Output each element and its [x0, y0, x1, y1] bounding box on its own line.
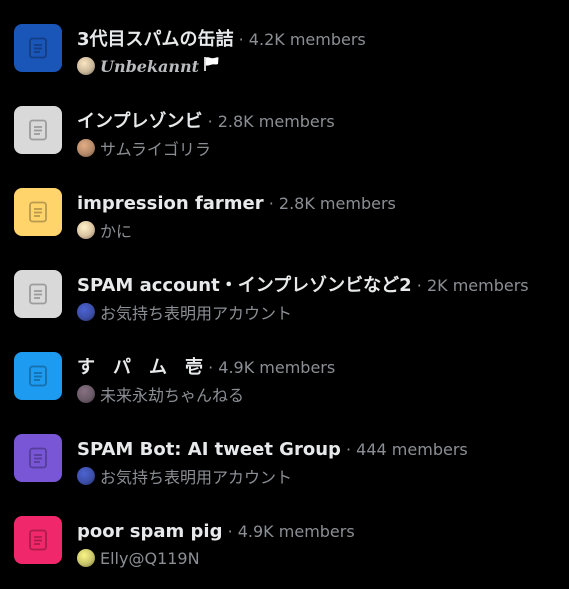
owner-name: お気持ち表明用アカウント — [100, 304, 293, 323]
owner-name: お気持ち表明用アカウント — [100, 468, 293, 487]
document-icon — [26, 200, 50, 224]
community-info: SPAM Bot: AI tweet Group · 444 members お… — [77, 438, 561, 487]
community-info: インプレゾンビ · 2.8K members サムライゴリラ — [77, 110, 561, 159]
community-row[interactable]: インプレゾンビ · 2.8K members サムライゴリラ — [0, 82, 569, 164]
owner-name: Unbekannt — [100, 56, 200, 76]
community-name[interactable]: SPAM Bot: AI tweet Group — [77, 439, 341, 460]
member-count: · 2.8K members — [268, 194, 396, 213]
member-count: · 2K members — [416, 276, 529, 295]
avatar — [77, 303, 95, 321]
avatar — [77, 139, 95, 157]
member-count: · 4.2K members — [238, 30, 366, 49]
community-info: poor spam pig · 4.9K members Elly@Q119N — [77, 520, 561, 569]
community-name[interactable]: す パ ム 壱 — [77, 357, 203, 378]
document-icon — [26, 446, 50, 470]
community-tile[interactable] — [14, 352, 62, 400]
community-row[interactable]: SPAM account・インプレゾンビなど2 · 2K members お気持… — [0, 246, 569, 328]
member-count: · 4.9K members — [208, 358, 336, 377]
community-tile[interactable] — [14, 188, 62, 236]
owner-name: かに — [100, 222, 133, 241]
community-name[interactable]: インプレゾンビ — [77, 111, 202, 132]
community-tile[interactable] — [14, 434, 62, 482]
community-name[interactable]: impression farmer — [77, 193, 264, 214]
document-icon — [26, 282, 50, 306]
member-count: · 444 members — [346, 440, 468, 459]
member-count: · 4.9K members — [227, 522, 355, 541]
member-count: · 2.8K members — [207, 112, 335, 131]
community-tile[interactable] — [14, 106, 62, 154]
community-row[interactable]: 3代目スパムの缶詰 · 4.2K members Unbekannt — [0, 0, 569, 82]
document-icon — [26, 36, 50, 60]
community-row[interactable]: poor spam pig · 4.9K members Elly@Q119N — [0, 492, 569, 574]
community-info: す パ ム 壱 · 4.9K members 未来永劫ちゃんねる — [77, 356, 561, 405]
avatar — [77, 221, 95, 239]
community-tile[interactable] — [14, 24, 62, 72]
community-info: impression farmer · 2.8K members かに — [77, 192, 561, 241]
avatar — [77, 57, 95, 75]
avatar — [77, 467, 95, 485]
owner-name: 未来永劫ちゃんねる — [100, 386, 245, 405]
community-name[interactable]: poor spam pig — [77, 521, 222, 542]
community-tile[interactable] — [14, 516, 62, 564]
community-info: SPAM account・インプレゾンビなど2 · 2K members お気持… — [77, 274, 561, 323]
community-info: 3代目スパムの缶詰 · 4.2K members Unbekannt — [77, 28, 561, 77]
community-row[interactable]: SPAM Bot: AI tweet Group · 444 members お… — [0, 410, 569, 492]
community-tile[interactable] — [14, 270, 62, 318]
document-icon — [26, 528, 50, 552]
owner-name: Elly@Q119N — [100, 548, 200, 568]
document-icon — [26, 118, 50, 142]
community-name[interactable]: SPAM account・インプレゾンビなど2 — [77, 275, 412, 296]
community-row[interactable]: impression farmer · 2.8K members かに — [0, 164, 569, 246]
community-row[interactable]: す パ ム 壱 · 4.9K members 未来永劫ちゃんねる — [0, 328, 569, 410]
avatar — [77, 549, 95, 567]
avatar — [77, 385, 95, 403]
community-list: 3代目スパムの缶詰 · 4.2K members Unbekannt インプレゾ… — [0, 0, 569, 589]
white-flag-icon — [202, 56, 220, 76]
document-icon — [26, 364, 50, 388]
owner-name: サムライゴリラ — [100, 140, 211, 159]
community-name[interactable]: 3代目スパムの缶詰 — [77, 29, 234, 50]
